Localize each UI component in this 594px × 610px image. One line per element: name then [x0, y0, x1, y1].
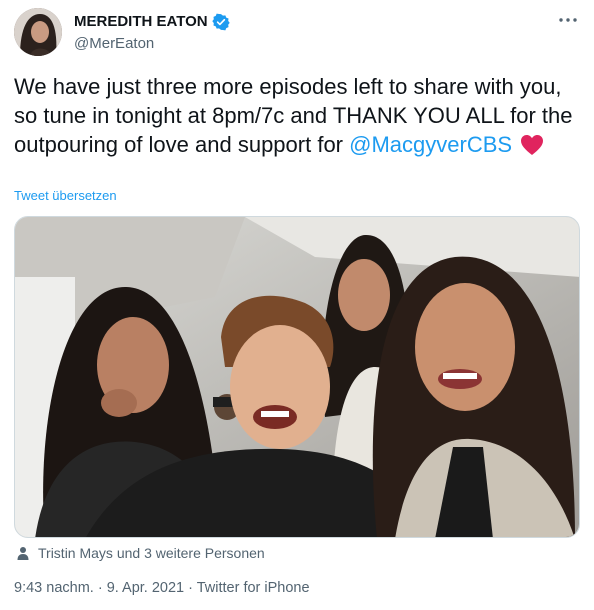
verified-badge-icon	[211, 13, 230, 31]
tweet-source[interactable]: Twitter for iPhone	[197, 580, 310, 596]
author-handle[interactable]: @MerEaton	[74, 34, 230, 54]
tweet-date[interactable]: 9. Apr. 2021	[107, 580, 184, 596]
display-name-text[interactable]: MEREDITH EATON	[74, 12, 208, 32]
translate-tweet-link[interactable]: Tweet übersetzen	[14, 188, 117, 204]
mention-link[interactable]: @MacgyverCBS	[349, 132, 512, 157]
avatar[interactable]	[14, 8, 62, 56]
more-options-icon[interactable]	[556, 10, 580, 30]
tagged-people[interactable]: Tristin Mays und 3 weitere Personen	[16, 544, 265, 562]
tweet-card: MEREDITH EATON @MerEaton We have just th…	[0, 0, 594, 610]
tweet-header: MEREDITH EATON @MerEaton	[14, 8, 580, 58]
meta-separator: ·	[93, 580, 107, 596]
tweet-photo[interactable]	[14, 216, 580, 538]
meta-separator: ·	[184, 580, 197, 596]
tagged-people-text[interactable]: Tristin Mays und 3 weitere Personen	[38, 544, 265, 562]
heart-emoji-icon	[521, 135, 544, 155]
tweet-meta: 9:43 nachm. · 9. Apr. 2021 · Twitter for…	[14, 579, 310, 597]
tweet-text: We have just three more episodes left to…	[14, 72, 580, 159]
author-names: MEREDITH EATON @MerEaton	[74, 12, 230, 54]
tweet-time[interactable]: 9:43 nachm.	[14, 580, 94, 596]
person-icon	[17, 547, 29, 560]
author-display-name[interactable]: MEREDITH EATON	[74, 12, 230, 32]
